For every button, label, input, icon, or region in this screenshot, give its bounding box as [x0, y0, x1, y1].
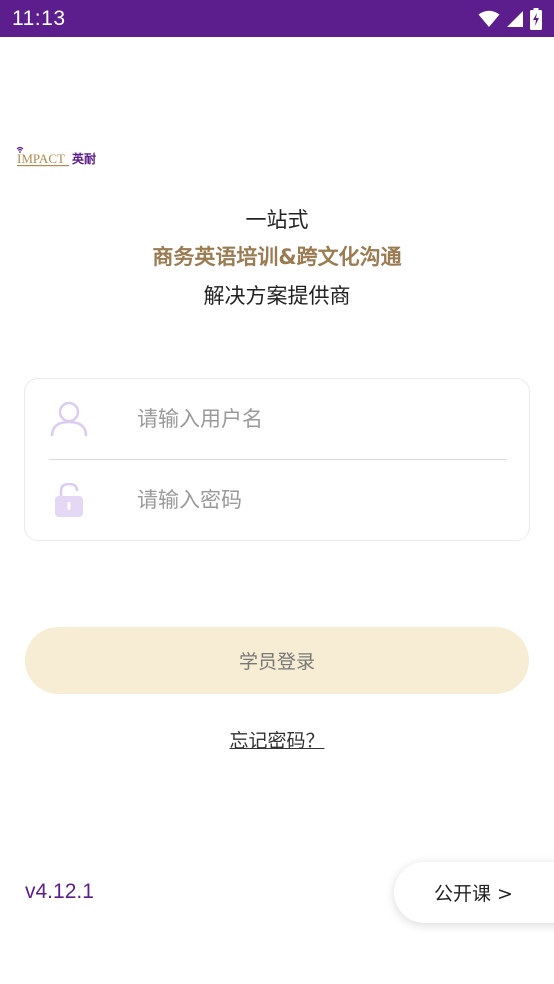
tagline-line-3: 解决方案提供商 [203, 284, 351, 308]
status-icons [478, 7, 542, 30]
student-login-button[interactable]: 学员登录 [25, 627, 529, 694]
username-input[interactable] [137, 399, 497, 439]
open-course-label: 公开课 > [434, 883, 513, 905]
logo-brand-text: IMPACT [17, 151, 65, 166]
forgot-password-label: 忘记密码？ [229, 730, 325, 752]
tagline-line-2: 商务英语培训&跨文化沟通 [152, 245, 402, 269]
password-input[interactable] [137, 480, 497, 520]
battery-charging-icon [530, 7, 542, 30]
lock-icon [49, 480, 89, 520]
username-field [49, 379, 507, 459]
status-bar: 11:13 [0, 0, 554, 37]
user-icon [49, 399, 89, 439]
password-field [49, 460, 507, 540]
impact-logo: IMPACT 英耐 [16, 145, 106, 171]
wifi-icon [478, 10, 500, 28]
open-course-button[interactable]: 公开课 > [394, 862, 554, 923]
status-time: 11:13 [12, 6, 66, 30]
cellular-signal-icon [506, 10, 524, 28]
tagline-line-1: 一站式 [245, 208, 309, 232]
logo-brand-cn-text: 英耐 [72, 151, 96, 166]
login-card [24, 378, 530, 541]
app-version: v4.12.1 [25, 880, 94, 903]
forgot-password-link[interactable]: 忘记密码？ [0, 726, 554, 753]
